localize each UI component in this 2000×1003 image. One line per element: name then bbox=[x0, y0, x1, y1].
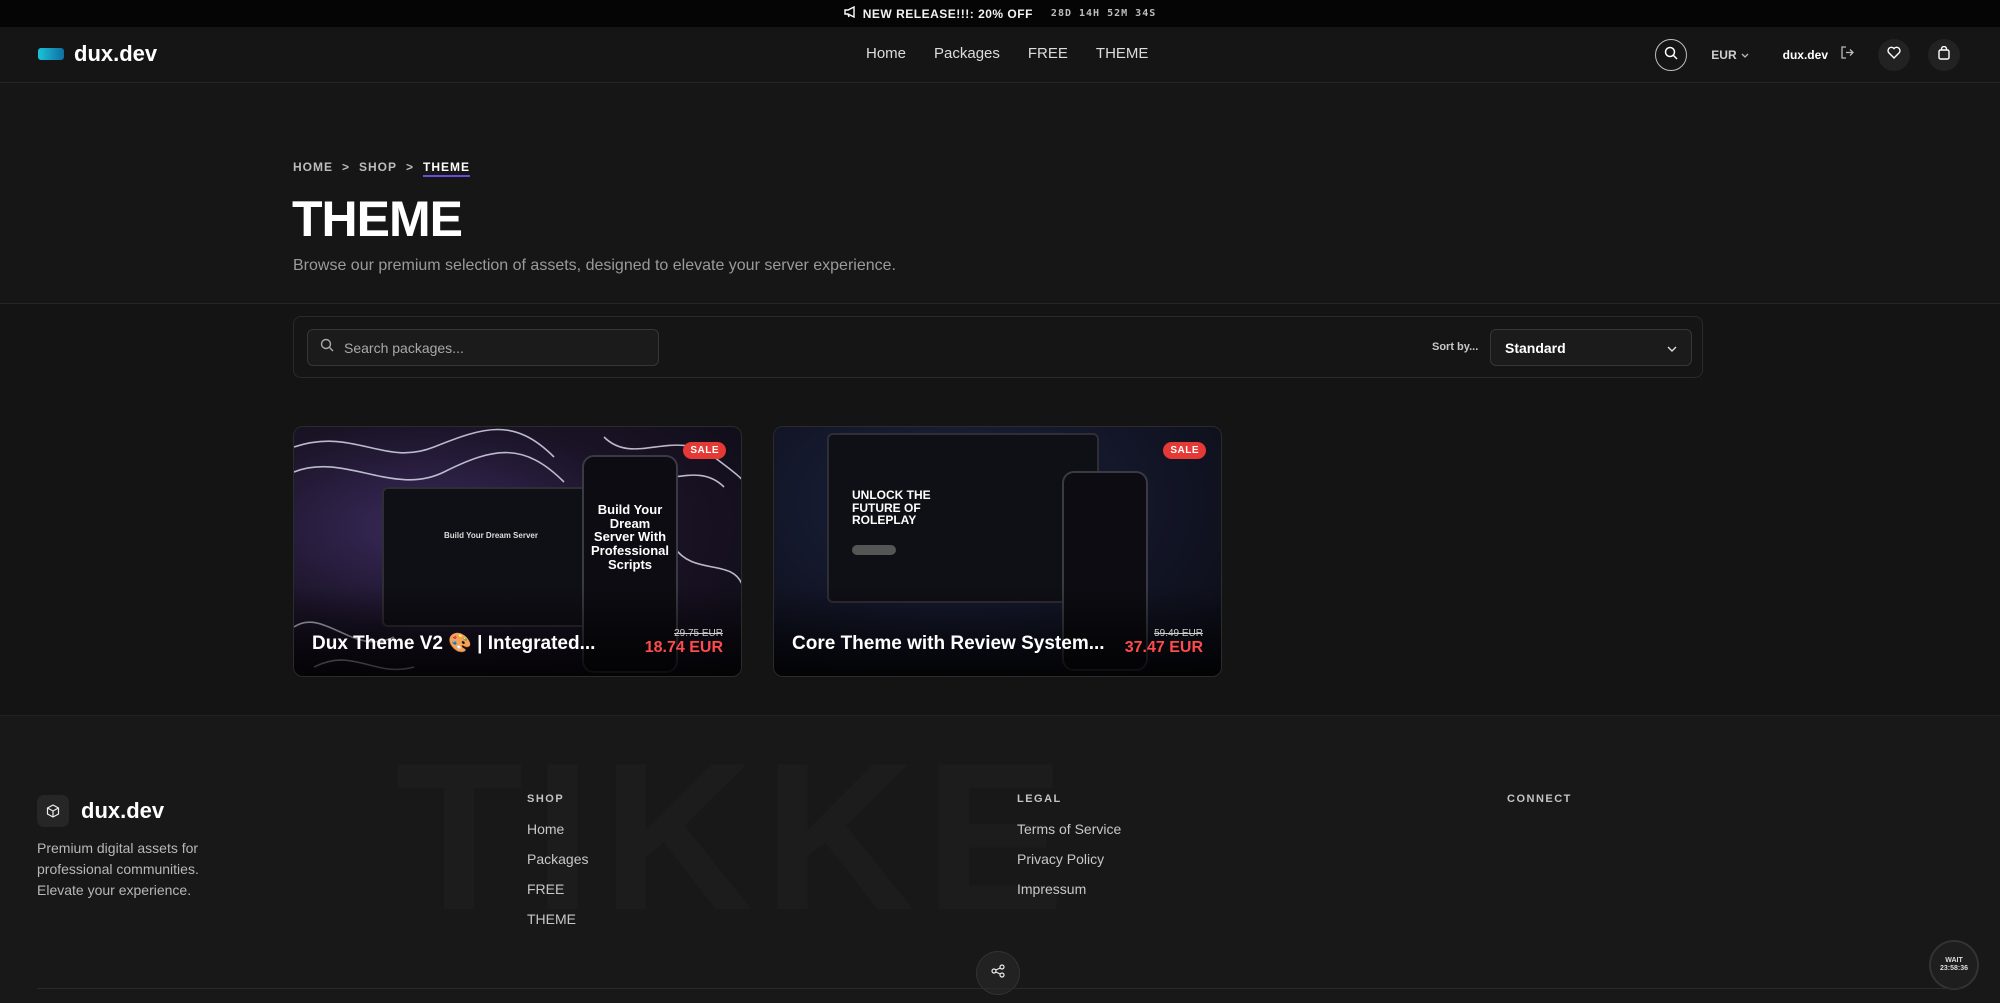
currency-label: EUR bbox=[1711, 48, 1737, 62]
footer-link-privacy[interactable]: Privacy Policy bbox=[1017, 851, 1121, 867]
footer-divider bbox=[37, 988, 1963, 989]
breadcrumb-separator: > bbox=[406, 160, 415, 174]
search-icon bbox=[1664, 46, 1678, 65]
navbar: dux.dev Home Packages FREE THEME EUR dux… bbox=[0, 27, 2000, 83]
footer-shop-heading: SHOP bbox=[527, 793, 565, 805]
logout-icon[interactable] bbox=[1840, 46, 1854, 64]
nav-link-packages[interactable]: Packages bbox=[934, 45, 1000, 62]
product-prices: 29.75 EUR 18.74 EUR bbox=[645, 628, 723, 657]
product-card[interactable]: Build Your Dream Server Build Your Dream… bbox=[293, 426, 742, 677]
breadcrumb: HOME > SHOP > THEME bbox=[293, 160, 471, 177]
sort-value: Standard bbox=[1505, 339, 1566, 356]
package-search bbox=[307, 329, 659, 366]
footer-shop-column: SHOP Home Packages FREE THEME bbox=[527, 793, 588, 941]
clock-label: WAIT bbox=[1945, 956, 1963, 964]
footer-link-packages[interactable]: Packages bbox=[527, 851, 588, 867]
brand-name: dux.dev bbox=[74, 41, 158, 66]
cart-icon bbox=[1937, 45, 1951, 65]
sort-label: Sort by... bbox=[1432, 341, 1479, 353]
footer-connect-column: CONNECT bbox=[1507, 793, 1572, 821]
footer-legal-heading: LEGAL bbox=[1017, 793, 1062, 805]
footer-link-theme[interactable]: THEME bbox=[527, 911, 588, 927]
announcement-bar: NEW RELEASE!!!: 20% OFF 28D 14H 52M 34S bbox=[0, 0, 2000, 27]
breadcrumb-home[interactable]: HOME bbox=[293, 160, 333, 177]
old-price: 59.49 EUR bbox=[1154, 628, 1203, 639]
nav-actions: EUR dux.dev bbox=[1655, 39, 1960, 71]
cart-button[interactable] bbox=[1928, 39, 1960, 71]
footer-brand-name: dux.dev bbox=[81, 798, 165, 823]
main-nav: Home Packages FREE THEME bbox=[866, 45, 1148, 62]
cube-icon bbox=[37, 795, 69, 827]
page-title: THEME bbox=[292, 191, 463, 247]
product-grid: Build Your Dream Server Build Your Dream… bbox=[0, 379, 2000, 715]
share-icon bbox=[991, 963, 1005, 983]
nav-link-theme[interactable]: THEME bbox=[1096, 45, 1149, 62]
nav-link-home[interactable]: Home bbox=[866, 45, 906, 62]
clock-widget[interactable]: WAIT 23:58:36 bbox=[1929, 940, 1979, 990]
product-title: Core Theme with Review System... bbox=[792, 633, 1105, 654]
brand-link[interactable]: dux.dev bbox=[38, 41, 157, 67]
page-subtitle: Browse our premium selection of assets, … bbox=[293, 257, 896, 274]
footer-brand[interactable]: dux.dev bbox=[37, 795, 164, 827]
search-input[interactable] bbox=[344, 339, 634, 356]
brand-logo bbox=[38, 48, 64, 60]
footer-connect-heading: CONNECT bbox=[1507, 793, 1572, 805]
footer-legal-column: LEGAL Terms of Service Privacy Policy Im… bbox=[1017, 793, 1121, 911]
chevron-down-icon bbox=[1741, 48, 1749, 62]
footer-link-impressum[interactable]: Impressum bbox=[1017, 881, 1121, 897]
megaphone-icon bbox=[844, 5, 857, 21]
currency-selector[interactable]: EUR bbox=[1711, 48, 1749, 62]
product-card[interactable]: UNLOCK THE FUTURE OF ROLEPLAY SALE Core … bbox=[773, 426, 1222, 677]
sale-badge: SALE bbox=[1163, 442, 1206, 459]
announcement-message-wrap: NEW RELEASE!!!: 20% OFF bbox=[844, 5, 1033, 21]
search-icon bbox=[320, 338, 334, 357]
footer-link-free[interactable]: FREE bbox=[527, 881, 588, 897]
footer-watermark: TIKKE bbox=[395, 719, 1075, 954]
footer: TIKKE dux.dev Premium digital assets for… bbox=[0, 715, 2000, 1003]
sort-select[interactable]: Standard bbox=[1490, 329, 1692, 366]
page-header: HOME > SHOP > THEME THEME Browse our pre… bbox=[0, 84, 2000, 304]
footer-link-terms[interactable]: Terms of Service bbox=[1017, 821, 1121, 837]
search-button[interactable] bbox=[1655, 39, 1688, 71]
sale-price: 18.74 EUR bbox=[644, 639, 723, 656]
breadcrumb-separator: > bbox=[342, 160, 351, 174]
filter-bar: Sort by... Standard bbox=[293, 316, 1703, 378]
sale-price: 37.47 EUR bbox=[1124, 639, 1203, 656]
breadcrumb-shop[interactable]: SHOP bbox=[359, 160, 397, 177]
product-title: Dux Theme V2 🎨 | Integrated... bbox=[312, 633, 596, 654]
product-image-headline: UNLOCK THE FUTURE OF ROLEPLAY bbox=[852, 488, 931, 528]
footer-link-home[interactable]: Home bbox=[527, 821, 588, 837]
footer-tagline: Premium digital assets for professional … bbox=[37, 840, 199, 898]
breadcrumb-current: THEME bbox=[423, 160, 471, 177]
nav-link-free[interactable]: FREE bbox=[1028, 45, 1068, 62]
heart-icon bbox=[1887, 46, 1901, 64]
announcement-text: NEW RELEASE!!!: 20% OFF bbox=[862, 6, 1033, 21]
clock-time: 23:58:36 bbox=[1939, 965, 1969, 972]
product-prices: 59.49 EUR 37.47 EUR bbox=[1125, 628, 1203, 657]
countdown-timer: 28D 14H 52M 34S bbox=[1050, 8, 1157, 19]
sale-badge: SALE bbox=[683, 442, 726, 459]
old-price: 29.75 EUR bbox=[674, 628, 723, 639]
chevron-down-icon bbox=[1667, 340, 1677, 356]
wishlist-button[interactable] bbox=[1878, 39, 1910, 71]
product-image-headline: Build Your Dream Server With Professiona… bbox=[590, 502, 670, 572]
user-name[interactable]: dux.dev bbox=[1783, 48, 1828, 62]
